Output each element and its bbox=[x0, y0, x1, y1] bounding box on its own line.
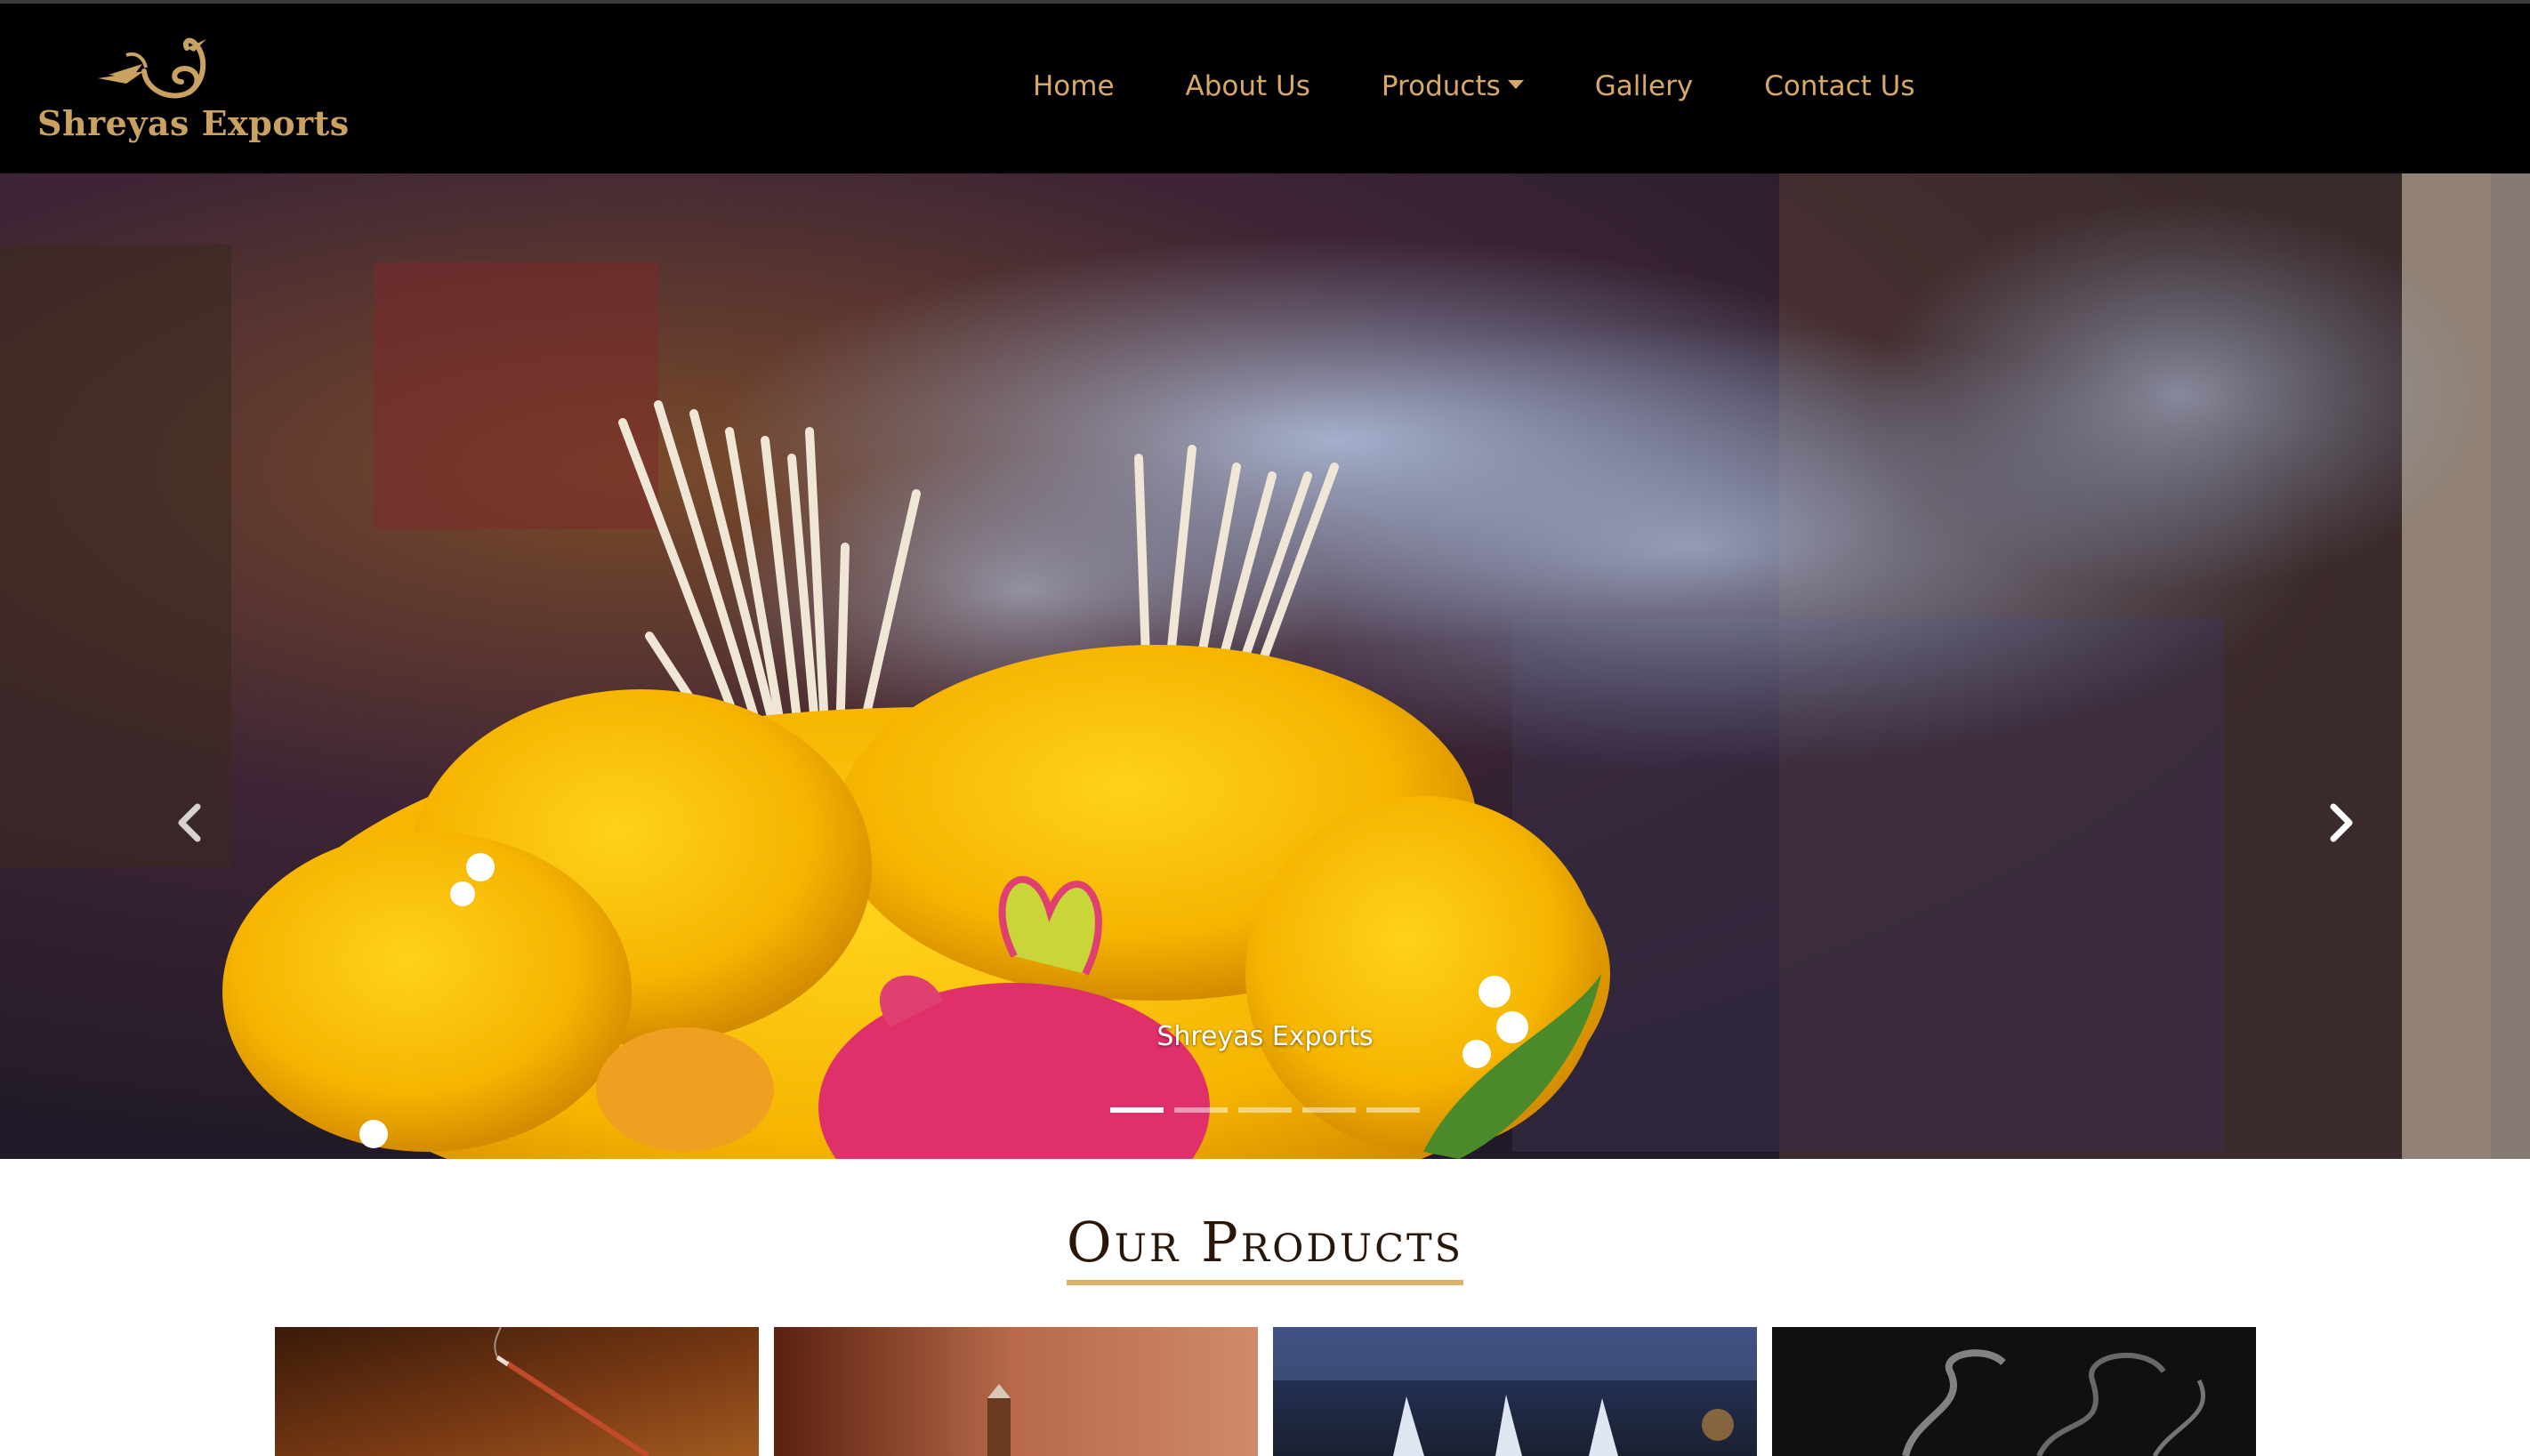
caret-down-icon bbox=[1507, 80, 1524, 89]
dhoop-cones-image bbox=[1273, 1327, 1757, 1456]
product-card[interactable] bbox=[1273, 1327, 1757, 1456]
carousel-indicator-5[interactable] bbox=[1366, 1107, 1420, 1113]
nav-item-label: Gallery bbox=[1594, 70, 1694, 102]
carousel-prev-button[interactable] bbox=[163, 796, 216, 849]
incense-offering-image bbox=[0, 173, 2530, 1159]
nav-item-label: Home bbox=[1033, 70, 1115, 102]
carousel-indicator-2[interactable] bbox=[1174, 1107, 1228, 1113]
nav-item-gallery[interactable]: Gallery bbox=[1595, 70, 1693, 102]
product-card[interactable] bbox=[275, 1327, 759, 1456]
carousel-indicators bbox=[1110, 1107, 1430, 1113]
product-card[interactable] bbox=[774, 1327, 1258, 1456]
carousel-indicator-3[interactable] bbox=[1238, 1107, 1292, 1113]
nav-item-products-dropdown[interactable]: Products bbox=[1382, 70, 1524, 102]
products-section-heading: Our Products bbox=[0, 1210, 2530, 1285]
nav-item-contact-us[interactable]: Contact Us bbox=[1764, 70, 1914, 102]
incense-smoke-image bbox=[1772, 1327, 2256, 1456]
carousel-next-button[interactable] bbox=[2315, 796, 2368, 849]
swan-logo-icon bbox=[98, 37, 206, 99]
chevron-left-icon bbox=[178, 803, 201, 842]
nav-item-label: About Us bbox=[1185, 70, 1310, 102]
incense-stick-image bbox=[275, 1327, 759, 1456]
brand-name: Shreyas Exports bbox=[37, 103, 350, 143]
main-nav: Home About Us Products Gallery Contact U… bbox=[1033, 70, 1986, 102]
brand-logo-link[interactable]: Shreyas Exports bbox=[37, 28, 349, 153]
product-card-grid bbox=[275, 1327, 2271, 1456]
section-title: Our Products bbox=[1066, 1210, 1464, 1285]
carousel-indicator-4[interactable] bbox=[1302, 1107, 1356, 1113]
navbar: Shreyas Exports Home About Us Products G… bbox=[0, 4, 2530, 173]
nav-item-label: Products bbox=[1381, 70, 1501, 102]
product-card[interactable] bbox=[1772, 1327, 2256, 1456]
carousel-caption: Shreyas Exports bbox=[1156, 1021, 1374, 1052]
carousel-indicator-1[interactable] bbox=[1110, 1107, 1164, 1113]
hero-carousel: Shreyas Exports bbox=[0, 173, 2530, 1159]
nav-item-about-us[interactable]: About Us bbox=[1186, 70, 1310, 102]
nav-item-home[interactable]: Home bbox=[1033, 70, 1115, 102]
nav-item-label: Contact Us bbox=[1764, 70, 1915, 102]
chevron-right-icon bbox=[2330, 803, 2353, 842]
incense-cone-image bbox=[774, 1327, 1258, 1456]
